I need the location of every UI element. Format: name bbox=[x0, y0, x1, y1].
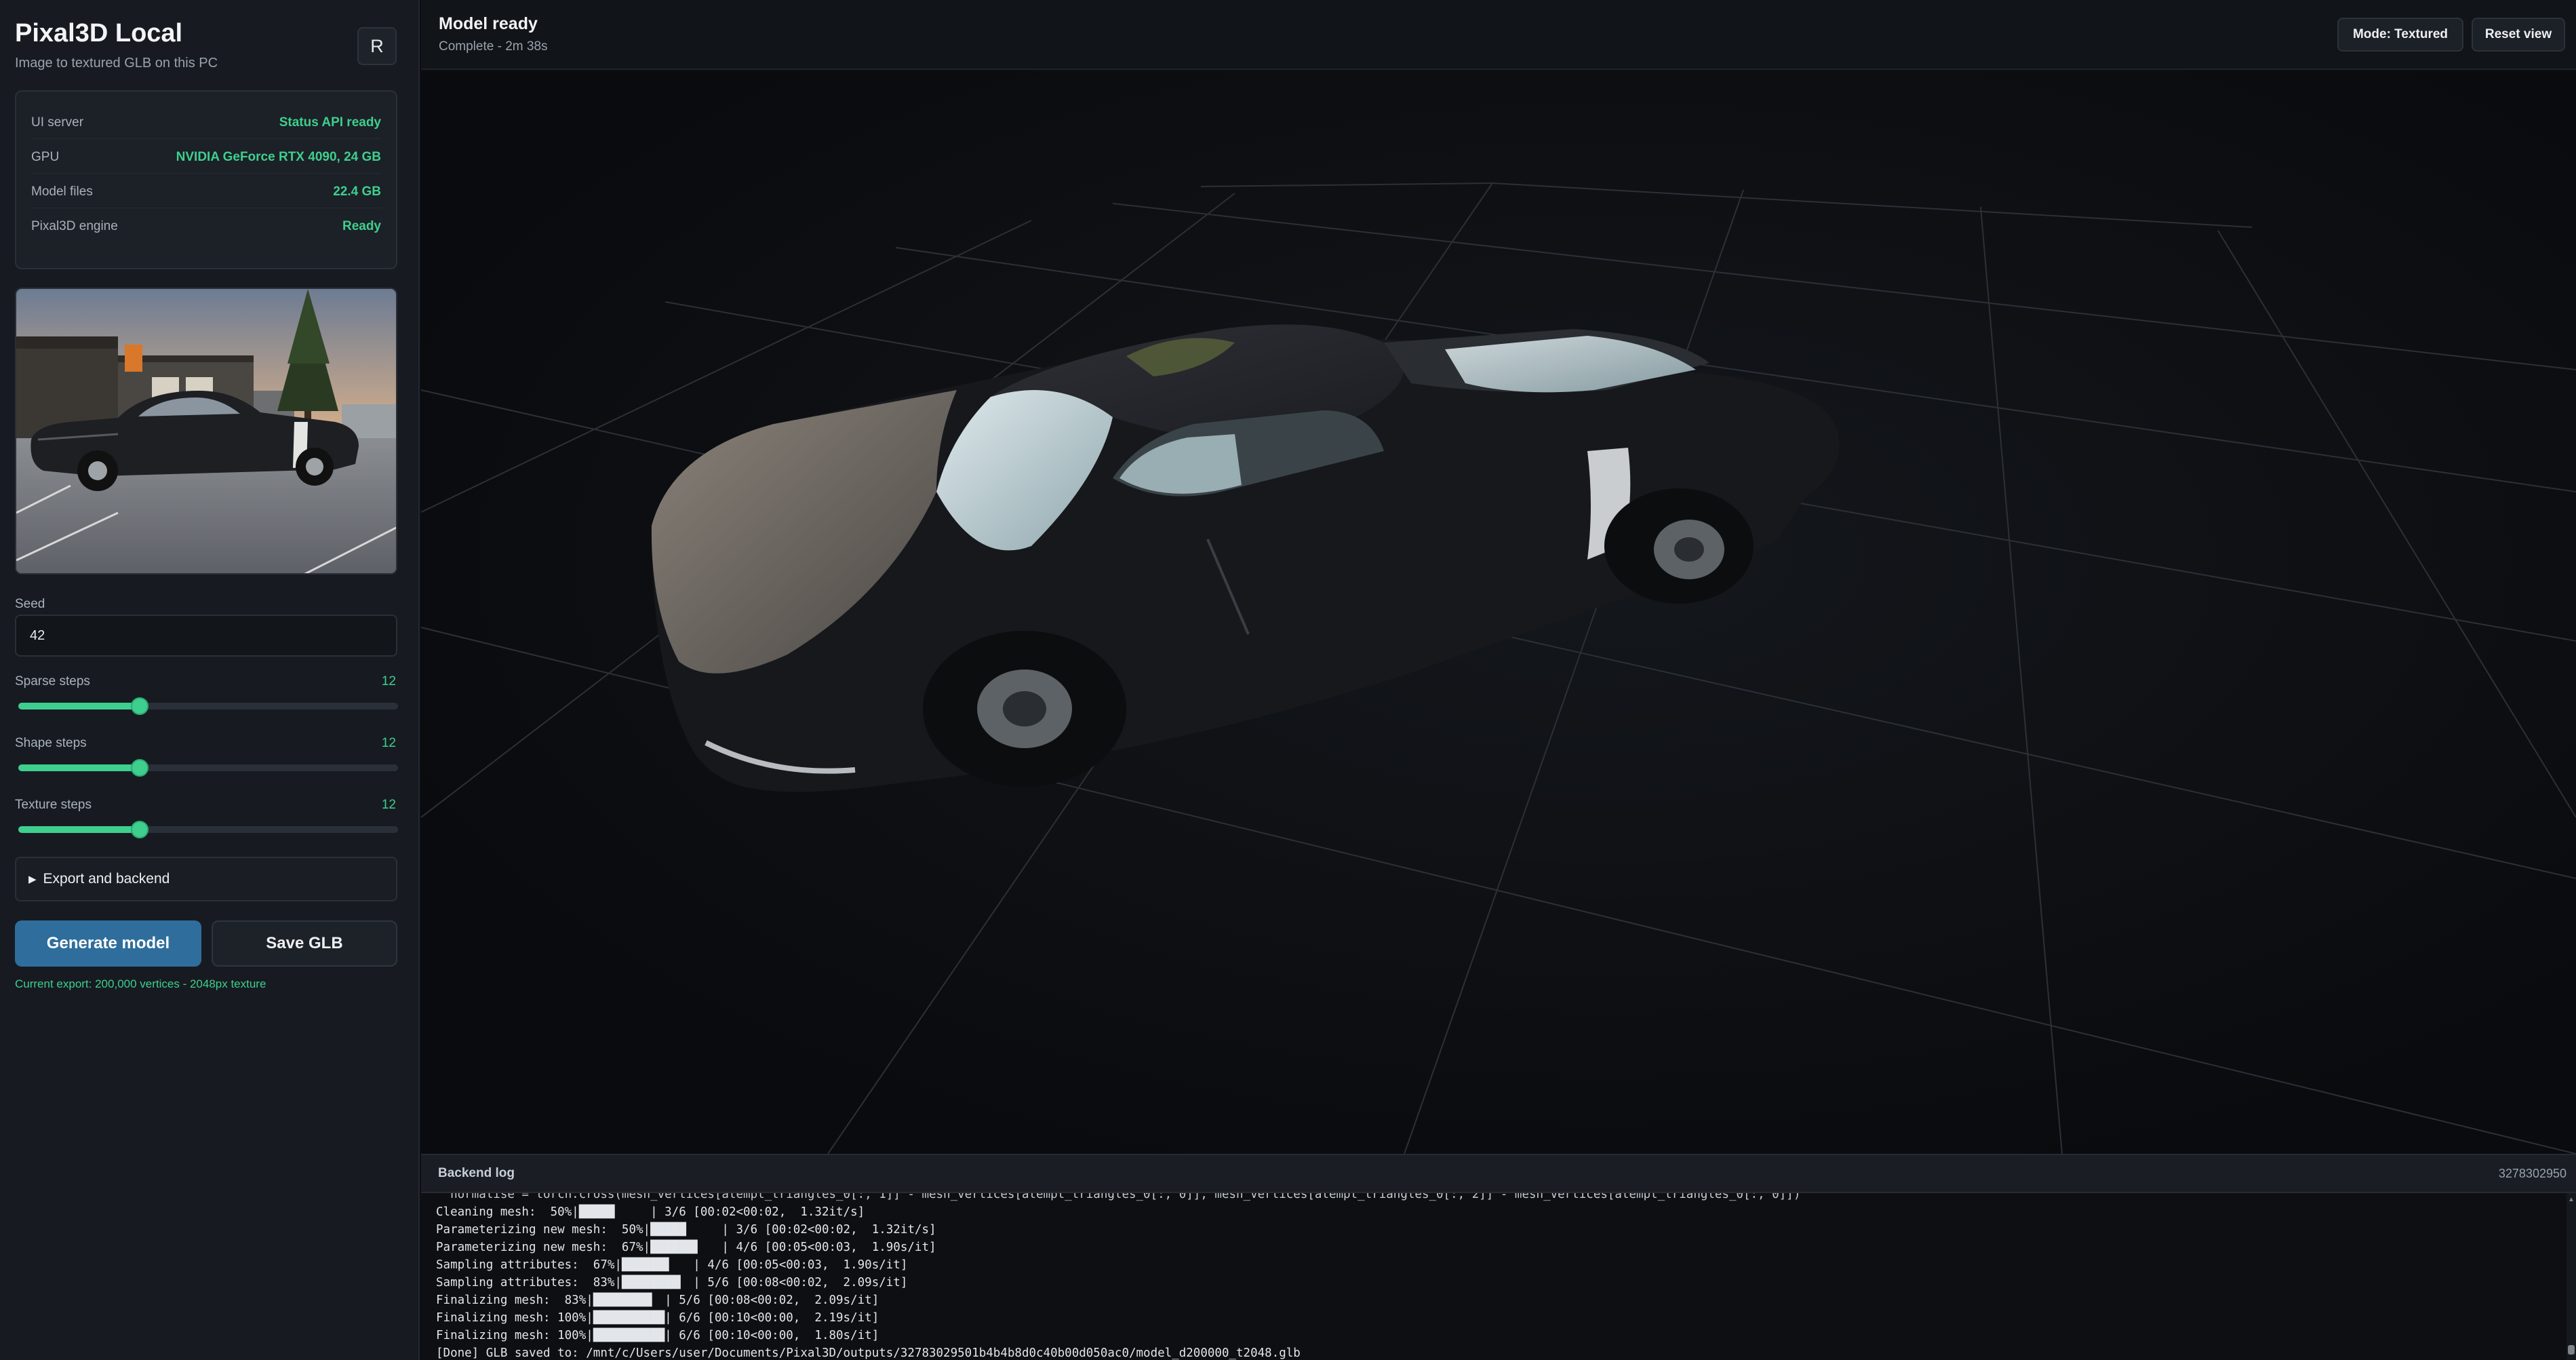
disclosure-triangle-icon: ▶ bbox=[28, 874, 37, 885]
app-subtitle: Image to textured GLB on this PC bbox=[15, 56, 218, 71]
shape-steps-slider[interactable] bbox=[18, 759, 398, 777]
save-glb-button[interactable]: Save GLB bbox=[212, 920, 397, 967]
log-line: Sampling attributes: 67%|██████▋ | 4/6 [… bbox=[436, 1258, 908, 1272]
log-line: Parameterizing new mesh: 67%|██████▋ | 4… bbox=[436, 1241, 936, 1254]
texture-steps-value: 12 bbox=[381, 798, 396, 812]
export-backend-label: Export and backend bbox=[43, 871, 170, 887]
app-title: Pixal3D Local bbox=[15, 19, 183, 47]
log-line: Finalizing mesh: 100%|██████████| 6/6 [0… bbox=[436, 1311, 879, 1325]
status-label: Model files bbox=[31, 184, 93, 199]
3d-viewport[interactable] bbox=[421, 71, 2576, 1154]
generate-model-button[interactable]: Generate model bbox=[15, 920, 201, 967]
status-label: UI server bbox=[31, 115, 84, 130]
slider-thumb[interactable] bbox=[131, 697, 149, 715]
sparse-steps-slider[interactable] bbox=[18, 697, 398, 715]
model-status-subtitle: Complete - 2m 38s bbox=[439, 39, 548, 54]
log-line: Cleaning mesh: 50%|█████ | 3/6 [00:02<00… bbox=[436, 1205, 865, 1219]
slider-fill bbox=[18, 703, 140, 710]
system-status-card: UI server Status API ready GPU NVIDIA Ge… bbox=[15, 90, 397, 269]
log-line: Finalizing mesh: 100%|██████████| 6/6 [0… bbox=[436, 1329, 879, 1342]
reset-view-button[interactable]: Reset view bbox=[2472, 18, 2565, 52]
status-value: NVIDIA GeForce RTX 4090, 24 GB bbox=[176, 149, 381, 164]
status-row-gpu: GPU NVIDIA GeForce RTX 4090, 24 GB bbox=[31, 141, 381, 174]
top-bar: Model ready Complete - 2m 38s Mode: Text… bbox=[421, 0, 2576, 70]
slider-thumb[interactable] bbox=[131, 821, 149, 838]
seed-input[interactable] bbox=[15, 615, 397, 657]
texture-steps-label: Texture steps bbox=[15, 798, 92, 812]
slider-thumb[interactable] bbox=[131, 759, 149, 777]
log-line: Sampling attributes: 83%|████████▎ | 5/6… bbox=[436, 1276, 908, 1289]
log-line: Parameterizing new mesh: 50%|█████ | 3/6… bbox=[436, 1223, 936, 1237]
status-value: 22.4 GB bbox=[333, 184, 381, 199]
sidebar: Pixal3D Local Image to textured GLB on t… bbox=[0, 0, 420, 1360]
shape-steps-value: 12 bbox=[381, 736, 396, 750]
status-label: GPU bbox=[31, 149, 60, 164]
status-row-engine: Pixal3D engine Ready bbox=[31, 210, 381, 243]
backend-log-id: 3278302950 bbox=[2498, 1167, 2567, 1180]
main-area: Model ready Complete - 2m 38s Mode: Text… bbox=[421, 0, 2576, 1360]
seed-label: Seed bbox=[15, 597, 45, 611]
sparse-steps-value: 12 bbox=[381, 674, 396, 688]
user-avatar-button[interactable]: R bbox=[357, 27, 397, 65]
export-summary: Current export: 200,000 vertices - 2048p… bbox=[15, 977, 266, 990]
slider-fill bbox=[18, 764, 140, 771]
source-image-preview[interactable] bbox=[15, 288, 397, 575]
log-line: [Done] GLB saved to: /mnt/c/Users/user/D… bbox=[436, 1346, 1301, 1360]
render-mode-button[interactable]: Mode: Textured bbox=[2337, 18, 2463, 52]
log-line: normalise = torch.cross(mesh_vertices[at… bbox=[436, 1193, 1801, 1201]
scrollbar-thumb[interactable] bbox=[2568, 1345, 2575, 1355]
status-row-model-files: Model files 22.4 GB bbox=[31, 176, 381, 208]
status-value: Ready bbox=[342, 219, 381, 233]
texture-steps-slider[interactable] bbox=[18, 821, 398, 838]
log-scrollbar[interactable]: ▲ bbox=[2567, 1193, 2576, 1360]
status-label: Pixal3D engine bbox=[31, 219, 118, 233]
scroll-up-icon[interactable]: ▲ bbox=[2568, 1196, 2575, 1203]
status-row-ui-server: UI server Status API ready bbox=[31, 106, 381, 139]
slider-fill bbox=[18, 826, 140, 833]
export-backend-toggle[interactable]: ▶ Export and backend bbox=[15, 857, 397, 901]
backend-log[interactable]: normalise = torch.cross(mesh_vertices[at… bbox=[421, 1193, 2576, 1360]
backend-log-title: Backend log bbox=[438, 1166, 515, 1180]
shape-steps-label: Shape steps bbox=[15, 736, 87, 750]
backend-log-header: Backend log 3278302950 bbox=[421, 1154, 2576, 1193]
sparse-steps-label: Sparse steps bbox=[15, 674, 90, 688]
status-value: Status API ready bbox=[279, 115, 381, 130]
log-line: Finalizing mesh: 83%|████████▎ | 5/6 [00… bbox=[436, 1294, 879, 1307]
model-status-title: Model ready bbox=[439, 14, 538, 33]
viewport-scene bbox=[421, 71, 2576, 1154]
